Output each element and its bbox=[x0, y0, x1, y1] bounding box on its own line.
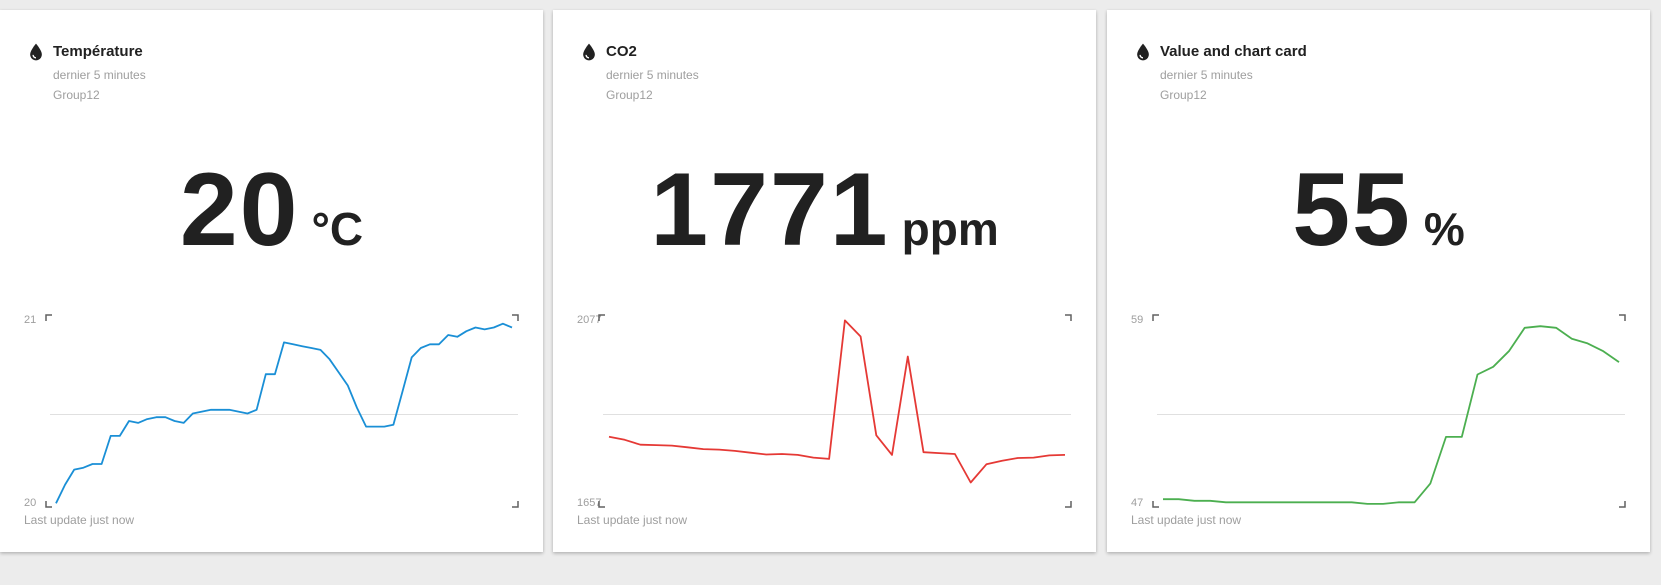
chart-corner-marker bbox=[1065, 501, 1072, 508]
chart-corner-marker bbox=[1152, 501, 1159, 508]
chart-corner-marker bbox=[1619, 314, 1626, 321]
chart-corner-marker bbox=[1619, 501, 1626, 508]
chart-corner-marker bbox=[45, 314, 52, 321]
last-update-text: Last update just now bbox=[24, 513, 135, 527]
chart-corner-marker bbox=[598, 314, 605, 321]
chart-series-line bbox=[608, 319, 1066, 484]
sparkline-chart bbox=[45, 314, 519, 508]
chart-corner-marker bbox=[1065, 314, 1072, 321]
temperature-card: Température dernier 5 minutes Group12 20… bbox=[0, 10, 543, 552]
chart-series-line bbox=[55, 322, 513, 504]
chart-corner-marker bbox=[512, 314, 519, 321]
chart-corner-marker bbox=[1152, 314, 1159, 321]
last-update-text: Last update just now bbox=[1131, 513, 1242, 527]
value-and-chart-card: Value and chart card dernier 5 minutes G… bbox=[1107, 10, 1650, 552]
chart-corner-marker bbox=[45, 501, 52, 508]
co2-card: CO2 dernier 5 minutes Group12 1771 ppm 2… bbox=[553, 10, 1096, 552]
sparkline-chart bbox=[598, 314, 1072, 508]
last-update-text: Last update just now bbox=[577, 513, 688, 527]
chart-series-line bbox=[1163, 325, 1620, 505]
chart-corner-marker bbox=[598, 501, 605, 508]
chart-corner-marker bbox=[512, 501, 519, 508]
sparkline-chart bbox=[1152, 314, 1626, 508]
